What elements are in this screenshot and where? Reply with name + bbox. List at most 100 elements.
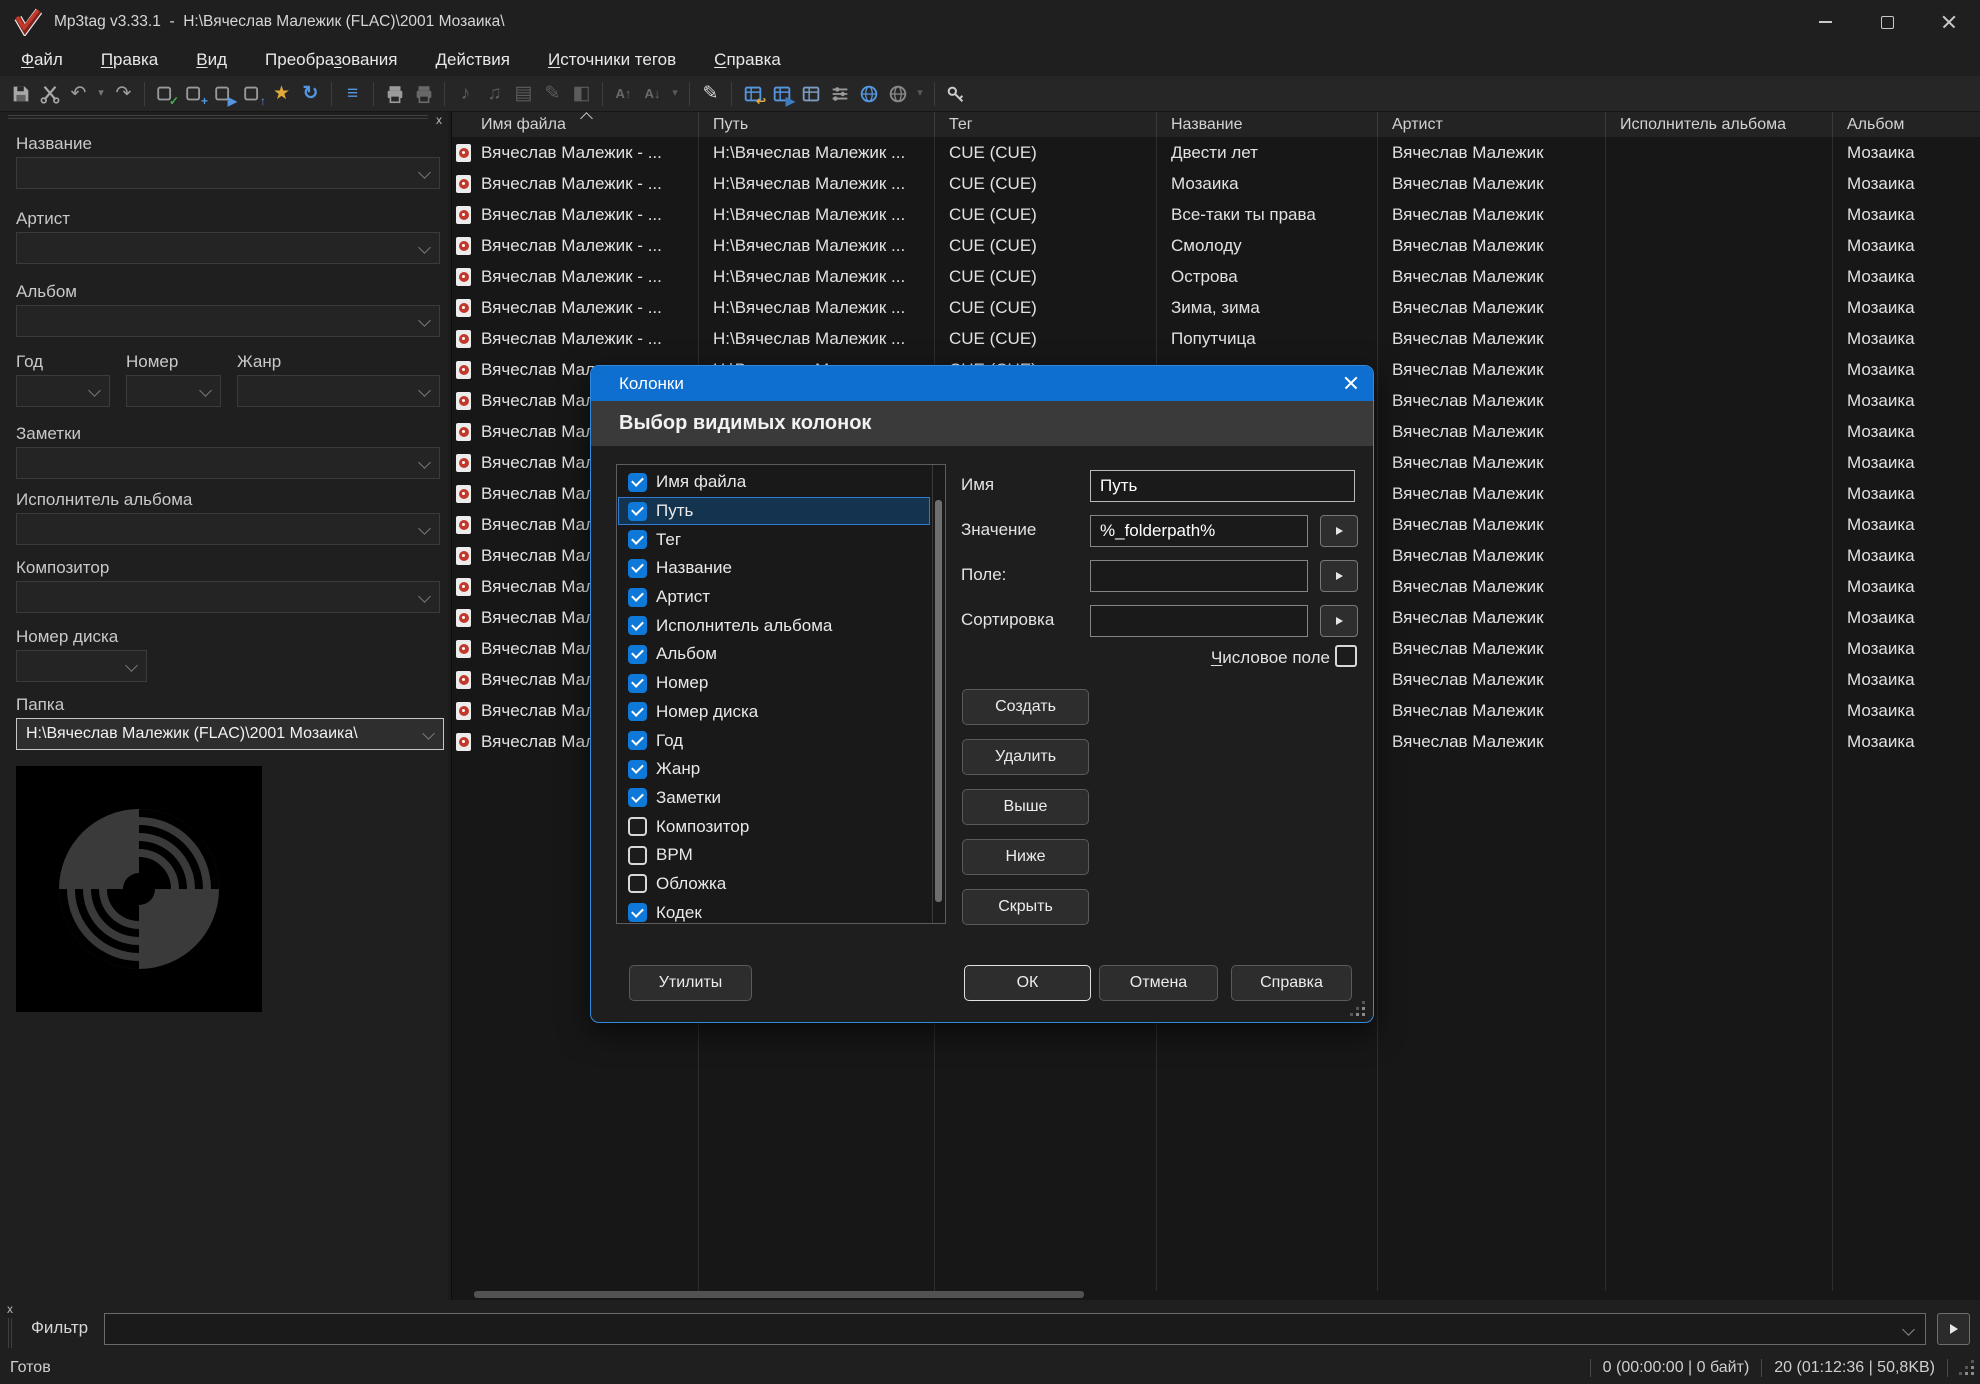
checkbox-checked-icon[interactable] [628,616,647,635]
value-expand-button[interactable] [1320,515,1358,547]
genre-field[interactable] [237,375,440,407]
column-option-15[interactable]: Кодек [618,898,930,924]
column-option-2[interactable]: Тег [618,525,930,554]
menu-item-файл[interactable]: Файл [2,44,82,76]
tag-arrow-icon[interactable]: ▶ [210,80,237,108]
save-icon[interactable] [7,80,34,108]
menu-item-справка[interactable]: Справка [695,44,800,76]
artist-field[interactable] [16,232,440,264]
checkbox-unchecked-icon[interactable] [628,874,647,893]
help-button[interactable]: Справка [1231,965,1352,1001]
tool-doc-icon[interactable]: ▤ [510,80,537,108]
column-option-0[interactable]: Имя файла [618,468,930,497]
tool-split-icon[interactable]: ◧ [568,80,595,108]
checkbox-checked-icon[interactable] [628,788,647,807]
column-option-10[interactable]: Жанр [618,755,930,784]
table-row[interactable]: Вячеслав Малежик - ...H:\Вячеслав Малежи… [452,137,1980,168]
menu-item-преобразования[interactable]: Преобразования [246,44,417,76]
case-dropdown-icon[interactable]: ▾ [668,80,682,108]
tracklist-icon[interactable]: ≡ [339,80,366,108]
filter-apply-button[interactable] [1937,1313,1970,1345]
tool-edit-icon[interactable]: ✎ [539,80,566,108]
tool-note-icon[interactable]: ♪ [452,80,479,108]
table-row[interactable]: Вячеслав Малежик - ...H:\Вячеслав Малежи… [452,199,1980,230]
ok-button[interactable]: ОК [964,965,1091,1001]
filter-close-icon[interactable]: x [7,1303,13,1315]
sliders-icon[interactable] [826,80,853,108]
menu-item-источники тегов[interactable]: Источники тегов [529,44,695,76]
case-down-icon[interactable]: A↓ [639,80,666,108]
key-icon[interactable] [942,80,969,108]
hide-button[interactable]: Скрыть [962,889,1089,925]
panel-close-icon[interactable]: x [436,114,442,126]
checkbox-checked-icon[interactable] [628,702,647,721]
comment-field[interactable] [16,447,440,479]
column-sort-input[interactable] [1090,605,1308,637]
filter-grab-handle[interactable] [11,1318,12,1348]
composer-field[interactable] [16,581,440,613]
menu-item-вид[interactable]: Вид [177,44,246,76]
checkbox-checked-icon[interactable] [628,645,647,664]
cancel-button[interactable]: Отмена [1099,965,1218,1001]
panel-grab-handle[interactable] [8,118,428,119]
menu-item-правка[interactable]: Правка [82,44,177,76]
filter-input[interactable] [104,1313,1926,1345]
column-field-input[interactable] [1090,560,1308,592]
print-icon[interactable] [381,80,408,108]
dialog-title-bar[interactable]: Колонки [591,366,1373,401]
table-row[interactable]: Вячеслав Малежик - ...H:\Вячеслав Малежи… [452,168,1980,199]
close-button[interactable] [1918,0,1980,44]
menu-item-действия[interactable]: Действия [417,44,530,76]
column-header-title[interactable]: Название [1157,112,1378,137]
checkbox-checked-icon[interactable] [628,502,647,521]
checkbox-checked-icon[interactable] [628,760,647,779]
checkbox-checked-icon[interactable] [628,674,647,693]
filter-grab-handle[interactable] [8,1318,9,1348]
globe-alt-icon[interactable] [884,80,911,108]
move-down-button[interactable]: Ниже [962,839,1089,875]
globe-icon[interactable] [855,80,882,108]
column-option-13[interactable]: BPM [618,841,930,870]
checkbox-unchecked-icon[interactable] [628,817,647,836]
checkbox-checked-icon[interactable] [628,530,647,549]
column-header-name[interactable]: Имя файла [452,112,699,137]
column-option-5[interactable]: Исполнитель альбома [618,611,930,640]
table-row[interactable]: Вячеслав Малежик - ...H:\Вячеслав Малежи… [452,261,1980,292]
move-up-button[interactable]: Выше [962,789,1089,825]
tag-up-icon[interactable]: ↑ [239,80,266,108]
maximize-button[interactable] [1856,0,1918,44]
undo-dropdown-icon[interactable]: ▾ [94,80,108,108]
column-option-7[interactable]: Номер [618,669,930,698]
track-field[interactable] [126,375,221,407]
checkbox-checked-icon[interactable] [628,559,647,578]
column-header-album[interactable]: Альбом [1833,112,1980,137]
numeric-field-checkbox[interactable] [1335,645,1357,667]
column-option-6[interactable]: Альбом [618,640,930,669]
delete-button[interactable]: Удалить [962,739,1089,775]
panel-grab-handle[interactable] [8,115,428,116]
websource-table-icon[interactable]: ▶ [768,80,795,108]
checkbox-checked-icon[interactable] [628,473,647,492]
discnumber-field[interactable] [16,650,147,682]
column-option-4[interactable]: Артист [618,583,930,612]
dialog-resize-grip-icon[interactable] [1351,1002,1365,1016]
column-name-input[interactable]: Путь [1090,470,1355,502]
export-icon[interactable]: ↩ [739,80,766,108]
folder-field[interactable]: H:\Вячеслав Малежик (FLAC)\2001 Мозаика\ [16,718,444,750]
column-header-tag[interactable]: Тег [935,112,1157,137]
column-option-8[interactable]: Номер диска [618,698,930,727]
undo-icon[interactable]: ↶ [65,80,92,108]
minimize-button[interactable] [1794,0,1856,44]
title-field[interactable] [16,157,440,189]
column-option-14[interactable]: Обложка [618,870,930,899]
checkbox-unchecked-icon[interactable] [628,846,647,865]
redo-icon[interactable]: ↷ [110,80,137,108]
tool-note2-icon[interactable]: ♫ [481,80,508,108]
horizontal-scrollbar[interactable] [474,1291,1084,1298]
column-option-9[interactable]: Год [618,726,930,755]
year-field[interactable] [16,375,110,407]
create-button[interactable]: Создать [962,689,1089,725]
tag-add-icon[interactable]: + [181,80,208,108]
globe-dropdown-icon[interactable]: ▾ [913,80,927,108]
sort-expand-button[interactable] [1320,605,1358,637]
